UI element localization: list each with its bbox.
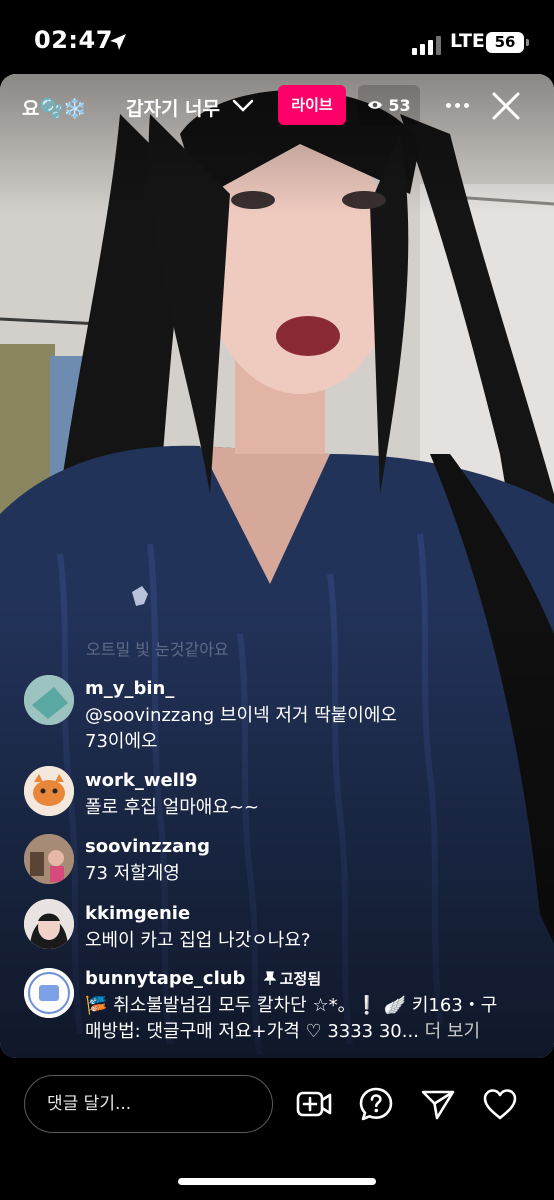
heart-icon[interactable] xyxy=(482,1086,518,1122)
viewer-count-label: 53 xyxy=(388,95,411,115)
avatar[interactable] xyxy=(24,899,74,949)
comment-text: 오베이 카고 집업 나갓ㅇ나요? xyxy=(85,930,311,951)
status-bar: 02:47 LTE 56 xyxy=(0,0,554,74)
comment-username[interactable]: work_well9 xyxy=(85,770,198,791)
question-icon[interactable] xyxy=(358,1086,394,1122)
network-type: LTE xyxy=(450,30,485,52)
eye-icon xyxy=(368,101,383,109)
home-indicator[interactable] xyxy=(178,1178,376,1185)
comment-username[interactable]: m_y_bin_ xyxy=(85,678,174,699)
avatar[interactable] xyxy=(24,834,74,884)
comment-text-line: 매방법: 댓글구매 저요+가격 ♡ 3333 30... 더 보기 xyxy=(85,1018,480,1046)
close-icon[interactable] xyxy=(490,90,522,122)
pinned-label: 고정됨 xyxy=(263,970,322,988)
pinned-label-text: 고정됨 xyxy=(279,970,322,988)
send-icon[interactable] xyxy=(420,1086,456,1122)
live-video[interactable] xyxy=(0,74,554,1058)
comment-input[interactable] xyxy=(24,1075,273,1133)
chevron-down-icon[interactable] xyxy=(232,98,254,114)
faded-comment: 오트밀 빛 눈것같아요 xyxy=(86,640,229,659)
avatar[interactable] xyxy=(24,766,74,816)
bottom-bar xyxy=(0,1058,554,1200)
viewer-count[interactable]: 53 xyxy=(358,85,420,125)
comment-text: 폴로 후집 얼마애요~~ xyxy=(85,797,260,818)
battery-indicator: 56 xyxy=(486,32,529,53)
host-name[interactable]: 요🫧❄️ xyxy=(22,94,114,121)
comment-text: 73이에오 xyxy=(85,731,158,752)
avatar[interactable] xyxy=(24,968,74,1018)
live-title[interactable]: 갑자기 너무 xyxy=(126,94,226,121)
live-badge: 라이브 xyxy=(278,85,346,125)
comment-username[interactable]: soovinzzang xyxy=(85,836,210,857)
more-icon[interactable] xyxy=(442,90,472,120)
comment-text: 🎏 취소불발넘김 모두 칼차단 ☆*。❕ 🪽 키163・구 xyxy=(85,995,498,1016)
comment-text: @soovinzzang 브이넥 저거 딱붙이에오 xyxy=(85,705,397,726)
status-time: 02:47 xyxy=(34,26,113,54)
comment-username[interactable]: kkimgenie xyxy=(85,903,190,924)
pin-icon xyxy=(263,971,277,985)
avatar[interactable] xyxy=(24,675,74,725)
video-add-icon[interactable] xyxy=(296,1086,332,1122)
pinned-username[interactable]: bunnytape_club xyxy=(85,968,245,989)
signal-icon xyxy=(412,36,441,55)
live-header: 요🫧❄️ 갑자기 너무 라이브 53 xyxy=(0,74,554,144)
comment-text: 매방법: 댓글구매 저요+가격 ♡ 3333 30... xyxy=(85,1021,425,1042)
comment-text: 73 저할게영 xyxy=(85,863,180,884)
location-arrow-icon xyxy=(110,34,126,50)
bottom-gradient xyxy=(0,598,554,1058)
comment-username: bunnytape_club 고정됨 xyxy=(85,968,321,989)
see-more-link[interactable]: 더 보기 xyxy=(425,1021,480,1042)
